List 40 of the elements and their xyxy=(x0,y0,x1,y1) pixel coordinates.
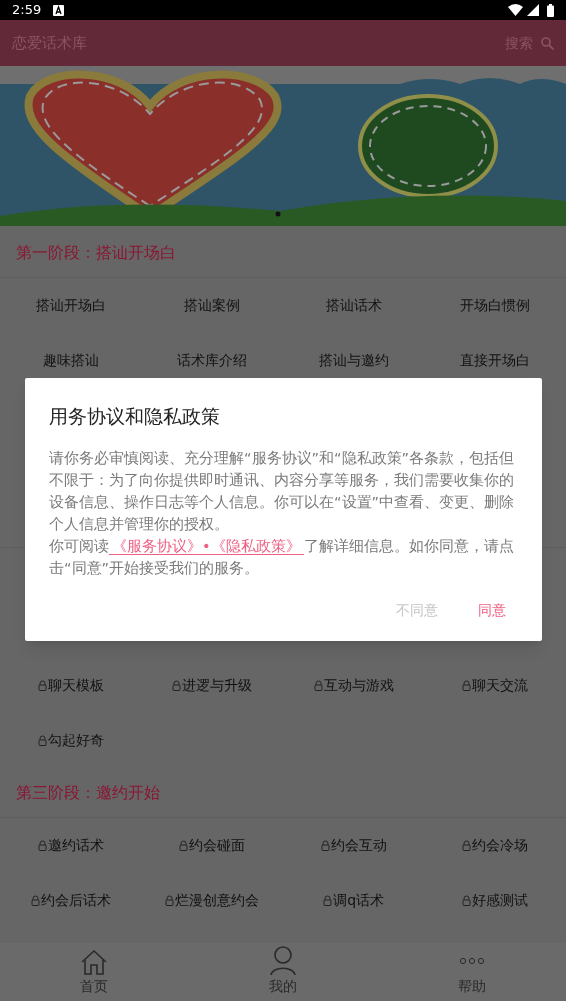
status-time: 2:59 xyxy=(12,1,42,20)
topic-item[interactable]: 约会互动 xyxy=(320,835,387,856)
topic-item[interactable]: 聊天交流 xyxy=(462,675,529,696)
home-icon xyxy=(80,949,109,976)
wifi-icon xyxy=(508,4,523,16)
topic-item[interactable]: 搭讪与邀约 xyxy=(318,350,389,371)
signal-icon xyxy=(527,4,539,16)
section-title: 第三阶段：邀约开始 xyxy=(16,781,160,804)
topic-item[interactable]: 约会碰面 xyxy=(179,835,246,856)
topic-item[interactable]: 调q话术 xyxy=(323,890,385,911)
dialog-text: 请你务必审慎阅读、充分理解“服务协议”和“隐私政策”各条款，包括但不限于：为了向你提供即时通讯、内容分享等服务，我们需要收集你的设备信息、操作日志等个人信息。你可以在“设置”中查看、变更、删除个人信息并管理你的授权。 xyxy=(49,448,516,534)
topic-item[interactable]: 搭讪话术 xyxy=(325,295,382,316)
topic-item[interactable]: 烂漫创意约会 xyxy=(165,890,260,911)
topic-item[interactable]: 搭讪案例 xyxy=(184,295,241,316)
section-title: 第一阶段：搭讪开场白 xyxy=(16,241,176,264)
topic-item[interactable]: 直接开场白 xyxy=(460,350,531,371)
topic-item[interactable]: 勾起好奇 xyxy=(37,730,104,751)
topic-item[interactable]: 聊天模板 xyxy=(37,675,104,696)
dialog-title: 用务协议和隐私政策 xyxy=(49,404,221,429)
topic-item[interactable]: 进逻与升级 xyxy=(172,675,253,696)
nav-tab[interactable]: 我的 xyxy=(188,943,378,1001)
topic-item[interactable]: 邀约话术 xyxy=(37,835,104,856)
agree-button[interactable]: 同意 xyxy=(466,592,518,629)
topic-item[interactable]: 趣味搭讪 xyxy=(42,350,99,371)
nav-tab[interactable]: 首页 xyxy=(0,943,189,1001)
dialog-text: 你可阅读 《服务协议》•《隐私政策》 了解详细信息。如你同意，请点击“同意”开始接受我们的服务。 xyxy=(49,536,515,578)
person-icon xyxy=(270,946,296,976)
policy-link[interactable]: 《服务协议》•《隐私政策》 xyxy=(109,537,304,555)
topic-item[interactable]: 话术库介绍 xyxy=(177,350,248,371)
topic-item[interactable]: 开场白惯例 xyxy=(460,295,531,316)
topic-item[interactable]: 约会冷场 xyxy=(462,835,529,856)
notification-icon xyxy=(53,4,65,16)
topic-item[interactable]: 互动与游戏 xyxy=(313,675,394,696)
topic-item[interactable]: 搭讪开场白 xyxy=(35,295,106,316)
topic-item[interactable]: 约会后话术 xyxy=(30,890,111,911)
more-icon xyxy=(458,957,485,965)
nav-tab[interactable]: 帮助 xyxy=(377,943,566,1001)
topic-item[interactable]: 好感测试 xyxy=(462,890,529,911)
search-icon xyxy=(541,36,554,50)
battery-icon xyxy=(547,3,554,17)
